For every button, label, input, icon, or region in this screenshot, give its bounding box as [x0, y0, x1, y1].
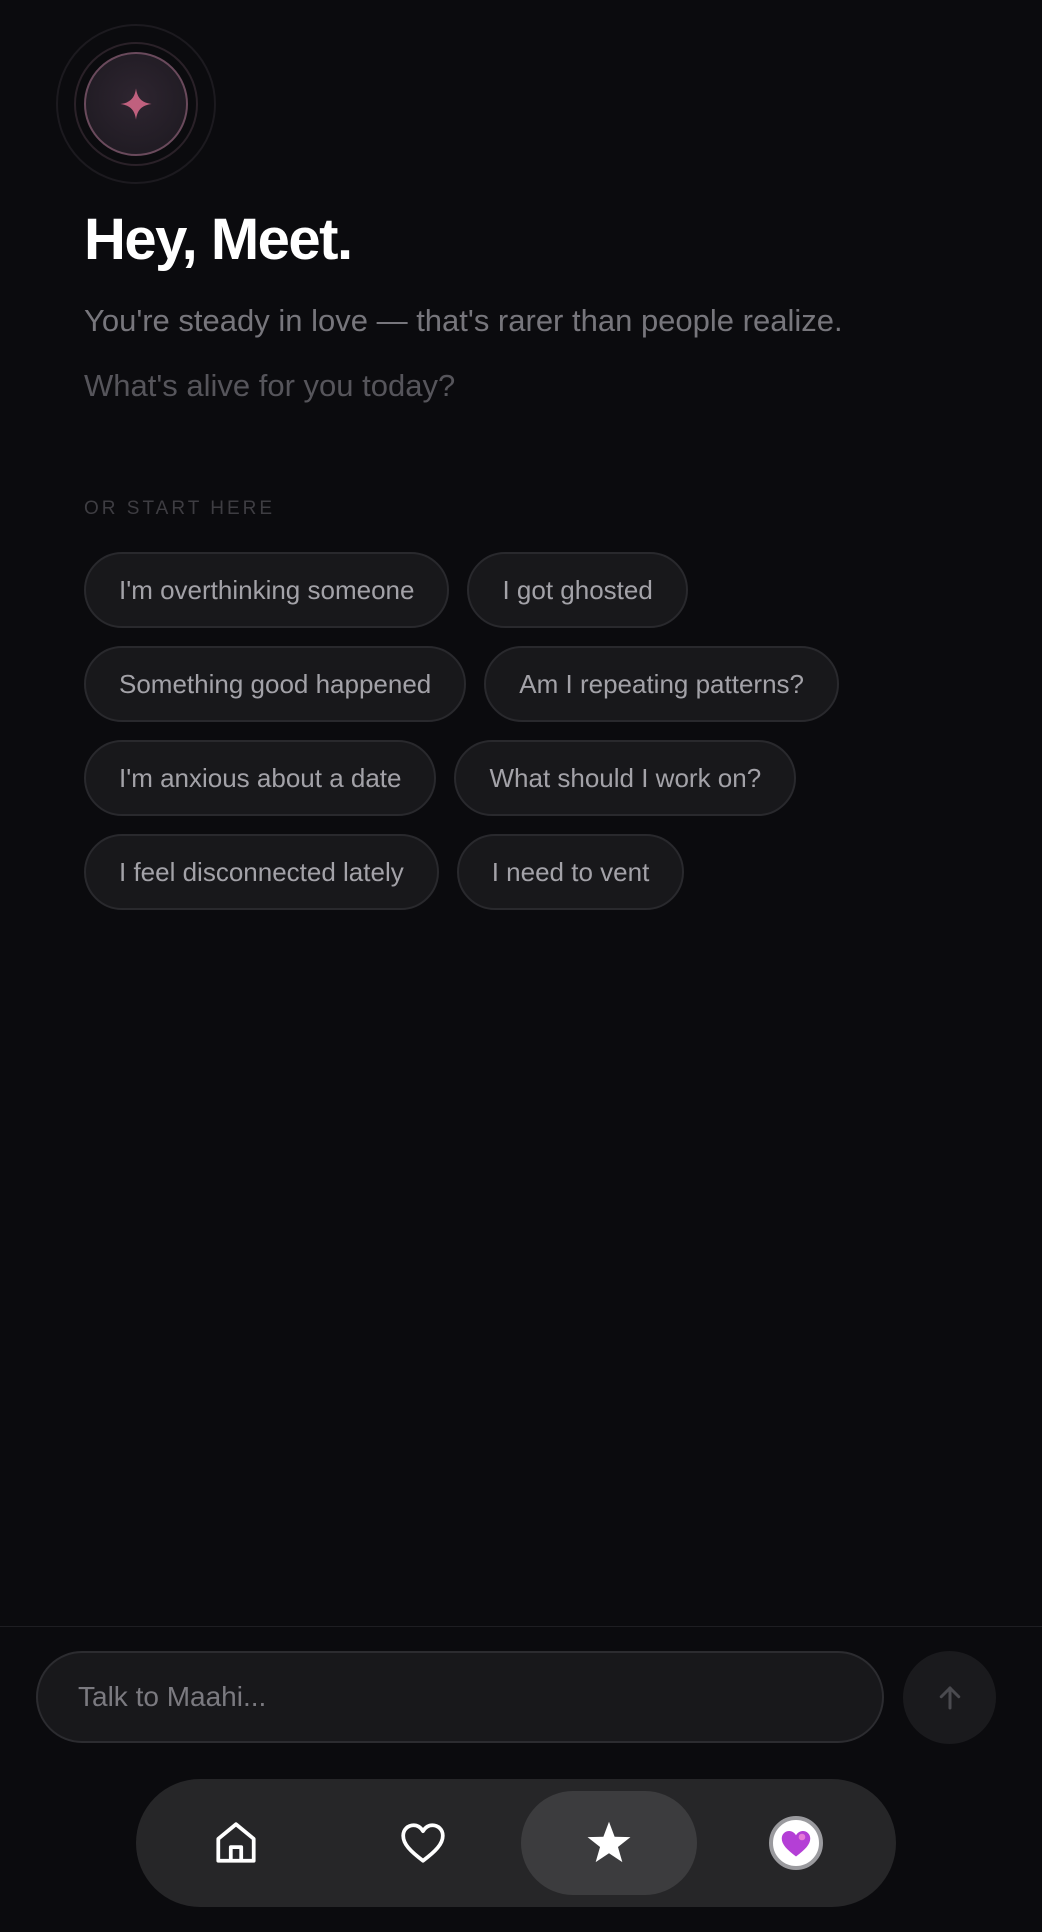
chip-row: Something good happened Am I repeating p… — [84, 646, 984, 722]
tab-profile[interactable] — [708, 1791, 884, 1895]
suggestion-chip[interactable]: I'm anxious about a date — [84, 740, 437, 816]
tab-assistant[interactable] — [521, 1791, 698, 1895]
assistant-avatar — [56, 24, 216, 184]
avatar-core — [84, 52, 188, 156]
composer-divider — [0, 1626, 1042, 1627]
send-button[interactable] — [903, 1651, 996, 1744]
greeting-subline: You're steady in love — that's rarer tha… — [84, 303, 843, 338]
chip-row: I'm overthinking someone I got ghosted — [84, 552, 984, 628]
heart-icon — [400, 1823, 445, 1863]
greeting-title: Hey, Meet. — [84, 207, 353, 272]
bottom-tab-bar — [136, 1779, 896, 1907]
suggestion-chip[interactable]: Am I repeating patterns? — [484, 646, 839, 722]
home-icon — [216, 1822, 256, 1863]
profile-avatar-icon — [781, 1831, 811, 1857]
suggestion-chip[interactable]: Something good happened — [84, 646, 467, 722]
suggestion-chip[interactable]: What should I work on? — [454, 740, 797, 816]
greeting-prompt: What's alive for you today? — [84, 368, 456, 403]
tab-favorites[interactable] — [335, 1791, 511, 1895]
message-input[interactable]: Talk to Maahi... — [36, 1651, 884, 1743]
sparkle-icon — [120, 88, 152, 120]
suggestion-chips: I'm overthinking someone I got ghosted S… — [84, 552, 984, 928]
suggestion-chip[interactable]: I feel disconnected lately — [84, 834, 439, 910]
tab-home[interactable] — [148, 1791, 324, 1895]
chip-row: I'm anxious about a date What should I w… — [84, 740, 984, 816]
suggestions-label: OR START HERE — [84, 498, 276, 519]
suggestion-chip[interactable]: I got ghosted — [467, 552, 688, 628]
arrow-up-icon — [939, 1686, 960, 1709]
chip-row: I feel disconnected lately I need to ven… — [84, 834, 984, 910]
chat-home-screen: Hey, Meet. You're steady in love — that'… — [0, 0, 1042, 1932]
suggestion-chip[interactable]: I need to vent — [456, 834, 685, 910]
star-icon — [587, 1821, 631, 1863]
profile-avatar — [768, 1816, 823, 1870]
suggestion-chip[interactable]: I'm overthinking someone — [84, 552, 450, 628]
